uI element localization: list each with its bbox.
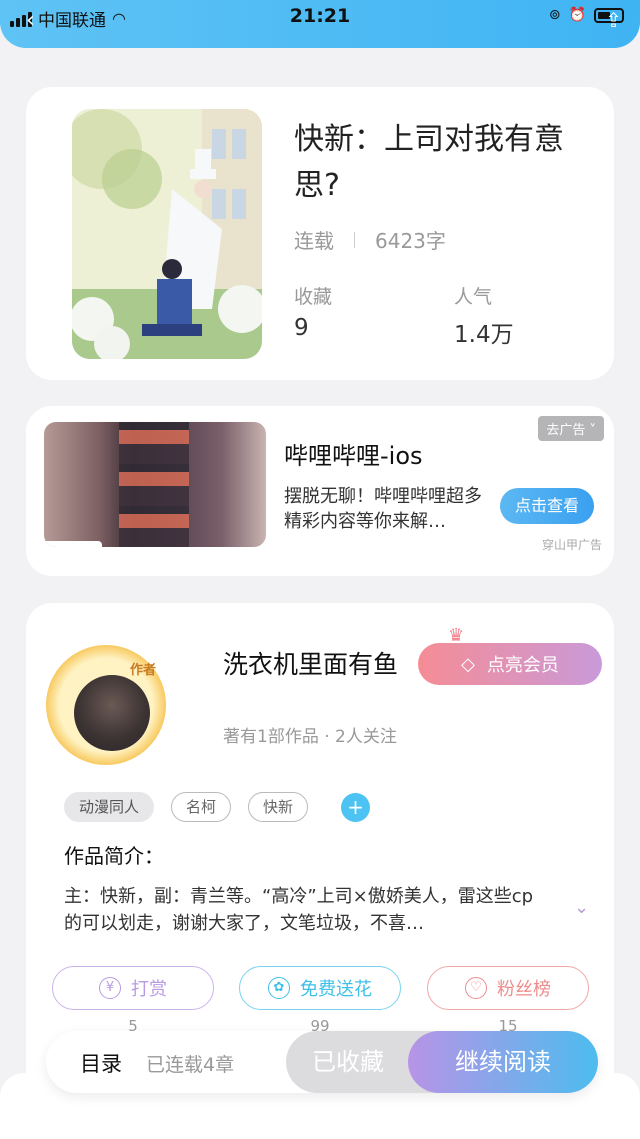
book-meta: 连载 6423字 xyxy=(294,225,446,254)
send-flower-label: 免费送花 xyxy=(300,979,372,1000)
popularity-value: 1.4万 xyxy=(454,322,514,348)
back-icon[interactable]: ‹ xyxy=(26,8,35,33)
fan-rank-button[interactable]: ♡ 粉丝榜 xyxy=(427,966,589,1010)
ad-card[interactable]: 哔哩哔哩-ios 摆脱无聊！哔哩哔哩超多精彩内容等你来解… 去广告 ˅ 点击查看… xyxy=(26,406,614,576)
tag-list: 动漫同人 名柯 快新 + xyxy=(64,792,371,822)
tip-label: 打赏 xyxy=(131,979,167,1000)
send-flower-button[interactable]: ✿ 免费送花 xyxy=(239,966,401,1010)
serial-status: 连载 xyxy=(294,229,334,253)
intro-text: 主：快新，副：青兰等。“高冷”上司×傲娇美人，雷这些cp的可以划走，谢谢大家了，… xyxy=(64,886,534,934)
vip-label: 点亮会员 xyxy=(486,655,559,676)
fan-rank-label: 粉丝榜 xyxy=(497,979,551,1000)
status-bar: 中国联通 ◠ 21:21 ⊚ ⏰ xyxy=(0,0,640,48)
word-count: 6423字 xyxy=(375,229,446,253)
ad-image[interactable] xyxy=(44,422,266,547)
author-name[interactable]: 洗衣机里面有鱼 xyxy=(223,645,398,681)
favorites-label: 收藏 xyxy=(294,286,333,308)
continue-reading-button[interactable]: 继续阅读 xyxy=(408,1031,598,1093)
bottom-action-bar: 目录 已连载4章 已收藏 继续阅读 xyxy=(46,1031,598,1093)
vip-button[interactable]: ◇ 点亮会员 xyxy=(418,643,602,685)
diamond-icon: ◇ xyxy=(461,653,475,675)
chapter-status: 已连载4章 xyxy=(146,1054,235,1076)
ad-source: 穿山甲广告 xyxy=(541,538,602,552)
flower-icon: ✿ xyxy=(268,977,290,999)
ad-title: 哔哩哔哩-ios xyxy=(284,442,423,470)
remove-ad-button[interactable]: 去广告 ˅ xyxy=(538,416,604,441)
add-tag-button[interactable]: + xyxy=(341,792,371,822)
tag[interactable]: 快新 xyxy=(248,792,309,822)
tip-button[interactable]: ¥ 打赏 xyxy=(52,966,214,1010)
book-title: 快新：上司对我有意思? xyxy=(294,122,564,203)
ad-view-button[interactable]: 点击查看 xyxy=(500,488,594,524)
share-icon[interactable]: ⇪ xyxy=(605,8,622,32)
author-badge: 作者 xyxy=(130,663,157,678)
favorites-value: 9 xyxy=(294,315,309,341)
avatar[interactable] xyxy=(74,675,150,751)
book-info-card: 快新：上司对我有意思? 连载 6423字 收藏 9 人气 1.4万 xyxy=(26,87,614,380)
toc-button[interactable]: 目录 xyxy=(80,1048,122,1078)
tag[interactable]: 动漫同人 xyxy=(64,792,155,822)
divider xyxy=(354,231,355,248)
user-heart-icon: ♡ xyxy=(465,977,487,999)
clock: 21:21 xyxy=(289,5,351,27)
author-stats: 著有1部作品 · 2人关注 xyxy=(223,727,397,747)
alarm-icon: ⏰ xyxy=(568,7,586,23)
ad-description: 摆脱无聊！哔哩哔哩超多精彩内容等你来解… xyxy=(284,486,482,532)
rotation-lock-icon: ⊚ xyxy=(548,7,561,23)
book-cover[interactable] xyxy=(72,109,262,359)
cover-illustration xyxy=(72,109,262,359)
yen-icon: ¥ xyxy=(99,977,121,999)
tag[interactable]: 名柯 xyxy=(171,792,232,822)
ad-progress xyxy=(44,541,102,547)
chevron-down-icon[interactable]: ⌄ xyxy=(574,897,589,918)
popularity-label: 人气 xyxy=(454,286,493,308)
ad-image-strip xyxy=(119,422,189,547)
intro-title: 作品简介： xyxy=(64,844,164,868)
